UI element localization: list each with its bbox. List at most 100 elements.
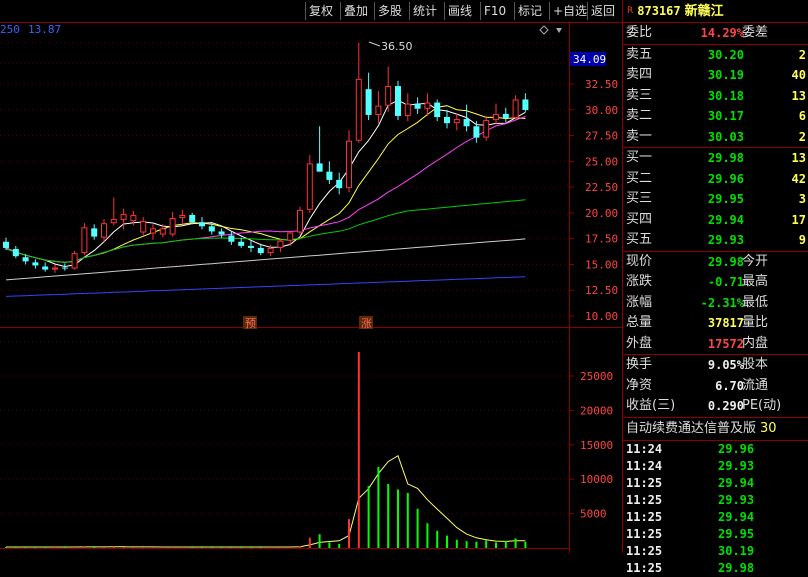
trade-row[interactable]: 11:24 29.96 — [623, 441, 808, 458]
quote-stat-label-2: 今开 — [742, 253, 769, 269]
triangle-down-icon[interactable] — [556, 28, 562, 33]
sell-level-row[interactable]: 卖三 30.18 13 — [623, 86, 808, 107]
diamond-icon[interactable] — [539, 25, 549, 35]
price-tick-label: 20.00 — [585, 207, 618, 220]
sell-level-volume: 2 — [798, 47, 806, 62]
fundamental-stats: 换手 9.05% 股本 净资 6.70 流通 收益(三) 0.290 PE(动) — [623, 355, 808, 418]
trade-time: 11:25 — [626, 543, 663, 558]
sell-level-row[interactable]: 卖四 30.19 40 — [623, 65, 808, 86]
sell-level-price: 30.19 — [707, 68, 744, 82]
quote-stat-value: 29.98 — [707, 254, 744, 269]
fundamental-stat-value: 0.290 — [707, 399, 744, 413]
buy-level-row[interactable]: 买四 29.94 17 — [623, 210, 808, 231]
candle-body-up — [346, 140, 352, 189]
overlay-button[interactable]: 叠加 — [340, 2, 371, 20]
sell-level-price: 30.17 — [707, 109, 744, 123]
volume-tick-label: 15000 — [580, 439, 613, 452]
candle-body-down — [365, 89, 372, 115]
quote-stat-row[interactable]: 总量 37817 量比 — [623, 313, 808, 334]
price-tick-label: 15.00 — [585, 258, 618, 271]
quote-stat-row[interactable]: 涨幅 -2.31% 最低 — [623, 293, 808, 314]
sell-orders: 卖五 30.20 2 卖四 30.19 40 卖三 30.18 13 卖二 30.17 6 卖一 30.0… — [623, 45, 808, 148]
sell-level-volume: 13 — [791, 88, 806, 103]
quote-stat-row[interactable]: 外盘 17572 内盘 — [623, 334, 808, 355]
back-button[interactable]: 返回 — [587, 2, 618, 20]
fundamental-stat-label-2: PE(动) — [742, 398, 782, 413]
candle-body-up — [110, 219, 117, 224]
volume-tick-label: 5000 — [580, 508, 607, 521]
buy-level-price: 29.96 — [707, 171, 744, 186]
rise-marker[interactable]: 涨 — [361, 317, 372, 330]
mark-button[interactable]: 标记 — [514, 2, 545, 20]
trade-row[interactable]: 11:25 30.19 — [623, 543, 808, 560]
fundamental-stat-value: 9.05% — [707, 358, 744, 372]
buy-level-row[interactable]: 买一 29.98 13 — [623, 148, 808, 169]
sell-level-row[interactable]: 卖二 30.17 6 — [623, 106, 808, 127]
draw-line-button[interactable]: 画线 — [444, 2, 475, 20]
candle-body-up — [150, 228, 156, 234]
buy-level-volume: 3 — [798, 192, 806, 206]
fundamental-stat-row[interactable]: 换手 9.05% 股本 — [623, 355, 808, 376]
candle-body-down — [444, 116, 450, 124]
stock-header[interactable]: R 873167 新赣江 — [623, 0, 808, 23]
buy-level-price: 29.94 — [707, 212, 744, 227]
candle-body-up — [287, 232, 294, 241]
kline-svg[interactable]: 32.50 30.00 27.50 25.00 22.50 20.00 17.50 15.00… — [0, 22, 622, 553]
restore-rights-button[interactable]: 复权 — [305, 2, 336, 20]
candle-body-down — [336, 179, 343, 189]
buy-level-label: 买四 — [626, 211, 653, 227]
buy-level-row[interactable]: 买三 29.95 3 — [623, 189, 808, 210]
quote-stat-row[interactable]: 涨跌 -0.71 最高 — [623, 272, 808, 293]
candle-body-down — [208, 226, 215, 232]
buy-level-volume: 9 — [798, 233, 806, 247]
f10-button[interactable]: F10 — [480, 2, 509, 20]
trade-row[interactable]: 11:25 29.95 — [623, 526, 808, 543]
multi-stock-button[interactable]: 多股 — [374, 2, 405, 20]
kline-chart[interactable]: 32.50 30.00 27.50 25.00 22.50 20.00 17.50 15.00… — [0, 22, 622, 553]
fundamental-stat-row[interactable]: 收益(三) 0.290 PE(动) — [623, 396, 808, 417]
candle-body-down — [42, 266, 49, 270]
trade-time: 11:24 — [626, 441, 663, 456]
candle-body-down — [199, 222, 205, 227]
quote-stat-label-2: 量比 — [742, 315, 769, 330]
buy-level-label: 买五 — [626, 232, 653, 247]
candle-body-down — [22, 257, 29, 262]
pre-marker[interactable]: 预 — [245, 317, 256, 330]
fundamental-stat-row[interactable]: 净资 6.70 流通 — [623, 376, 808, 397]
sell-level-row[interactable]: 卖一 30.03 2 — [623, 127, 808, 148]
candle-body-up — [355, 78, 362, 141]
weibi-row: 委比 14.29% 委差 — [623, 23, 808, 45]
candle-body-up — [130, 214, 137, 222]
trade-row[interactable]: 11:24 29.93 — [623, 458, 808, 475]
candle-body-down — [434, 102, 441, 117]
candle-body-down — [463, 119, 470, 127]
statistics-button[interactable]: 统计 — [409, 2, 440, 20]
scrolling-ticker[interactable]: 自动续费通达信普及版 30 — [623, 418, 808, 441]
tick-trades: 11:24 29.96 11:24 29.93 11:25 29.94 11:25 29.93… — [623, 441, 808, 577]
quote-stat-row[interactable]: 现价 29.98 今开 — [623, 252, 808, 273]
fundamental-stat-label: 净资 — [626, 377, 653, 393]
buy-level-volume: 13 — [791, 151, 806, 165]
trade-row[interactable]: 11:25 29.94 — [623, 475, 808, 492]
price-tick-label: 27.50 — [585, 130, 618, 143]
quote-stat-label: 涨跌 — [626, 274, 653, 289]
candle-body-down — [91, 228, 98, 237]
candle-body-down — [257, 247, 264, 254]
sell-level-row[interactable]: 卖五 30.20 2 — [623, 45, 808, 66]
quote-stat-label: 外盘 — [626, 335, 653, 351]
trade-row[interactable]: 11:25 29.93 — [623, 492, 808, 509]
buy-level-price: 29.98 — [707, 151, 744, 165]
max-annotation-leader — [368, 41, 381, 47]
add-favorite-button[interactable]: +自选 — [549, 2, 590, 20]
candle-body-up — [306, 163, 313, 210]
trade-row[interactable]: 11:25 29.98 — [623, 560, 808, 577]
trade-row[interactable]: 11:25 29.94 — [623, 509, 808, 526]
buy-level-row[interactable]: 买五 29.93 9 — [623, 230, 808, 251]
quote-stat-value: -0.71 — [707, 275, 744, 289]
current-price-text: 34.09 — [573, 53, 606, 66]
trade-time: 11:24 — [626, 458, 663, 473]
candle-body-up — [404, 103, 411, 116]
ma-lines — [5, 99, 526, 548]
volume-tick-label: 10000 — [580, 473, 613, 486]
buy-level-row[interactable]: 买二 29.96 42 — [623, 169, 808, 190]
